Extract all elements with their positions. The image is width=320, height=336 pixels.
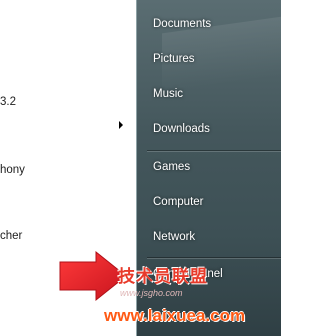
- menu-item-downloads[interactable]: Downloads: [137, 123, 281, 135]
- program-item-version[interactable]: 3.2: [0, 96, 16, 108]
- menu-item-computer[interactable]: Computer: [137, 196, 281, 208]
- menu-item-pictures[interactable]: Pictures: [137, 53, 281, 65]
- menu-divider: [147, 257, 281, 258]
- submenu-arrow-icon: [119, 121, 123, 129]
- program-item-launcher[interactable]: cher: [0, 230, 22, 242]
- program-item-symphony[interactable]: hony: [0, 164, 25, 176]
- menu-divider: [147, 150, 281, 151]
- menu-item-music[interactable]: Music: [137, 88, 281, 100]
- menu-item-network[interactable]: Network: [137, 231, 281, 243]
- menu-item-documents[interactable]: Documents: [137, 18, 281, 30]
- watermark-url-small: www.jsgho.com: [120, 288, 183, 298]
- watermark-url: www.laixuea.com: [104, 306, 246, 325]
- menu-item-games[interactable]: Games: [137, 161, 281, 173]
- watermark-site-name: 技术员联盟: [118, 267, 208, 286]
